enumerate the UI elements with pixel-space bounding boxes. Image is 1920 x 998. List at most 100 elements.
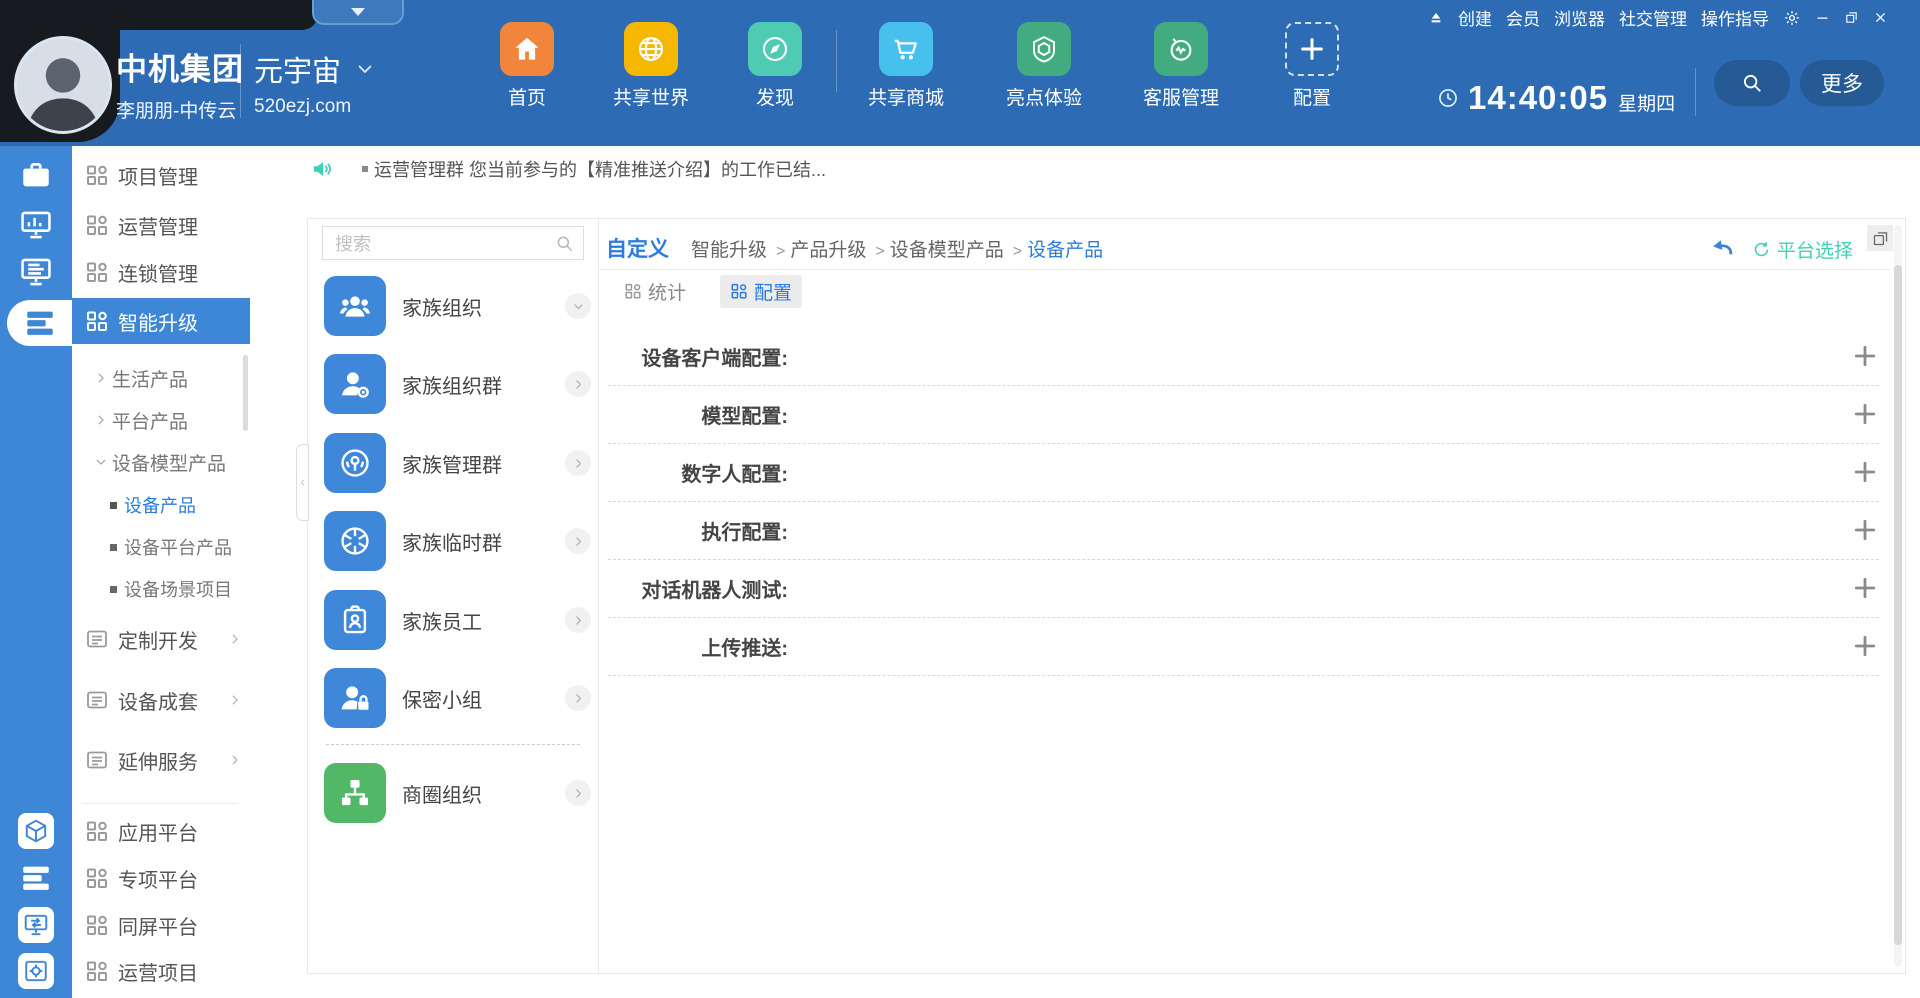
popout-button[interactable]	[1867, 225, 1893, 251]
sidebar-item-extended-services[interactable]: 延伸服务	[72, 745, 250, 775]
list-item-business-circle-org[interactable]: 商圈组织	[308, 763, 598, 823]
nav-item-shared-mall[interactable]: 共享商城	[851, 22, 961, 110]
nav-item-customer-service[interactable]: 客服管理	[1126, 22, 1236, 110]
sidebar-item-operation-projects[interactable]: 运营项目	[72, 956, 250, 986]
sidebar-item-chain-management[interactable]: 连锁管理	[72, 257, 250, 287]
add-model-config-button[interactable]	[1851, 400, 1879, 428]
list-item-family-org[interactable]: 家族组织	[308, 276, 598, 336]
chevron-right-icon	[94, 413, 108, 427]
bullet-marker	[362, 166, 368, 172]
stack-bars-icon[interactable]	[19, 861, 53, 895]
grid-icon	[730, 282, 748, 300]
custom-label[interactable]: 自定义	[606, 233, 669, 263]
list-item-family-org-group[interactable]: 家族组织群	[308, 354, 598, 414]
more-button[interactable]: 更多	[1800, 60, 1884, 106]
expand-button[interactable]	[565, 528, 591, 554]
breadcrumb-item[interactable]: 智能升级	[691, 235, 767, 262]
list-item-family-staff[interactable]: 家族员工	[308, 590, 598, 650]
menu-item-operation-guide[interactable]: 操作指导	[1701, 5, 1769, 30]
rail-active-indicator[interactable]	[7, 300, 72, 346]
list-item-family-temp-group[interactable]: 家族临时群	[308, 511, 598, 571]
monitor-list-icon[interactable]	[19, 255, 53, 289]
list-item-family-admin-group[interactable]: 家族管理群	[308, 433, 598, 493]
tab-configuration[interactable]: 配置	[720, 275, 802, 308]
nav-item-discover[interactable]: 发现	[720, 22, 830, 110]
sidebar-item-device-scene-projects[interactable]: 设备场景项目	[72, 574, 250, 604]
system-strip: 创建 会员 浏览器 社交管理 操作指导	[1428, 5, 1888, 30]
undo-icon[interactable]	[1708, 235, 1736, 263]
sidebar-item-app-platform[interactable]: 应用平台	[72, 816, 250, 846]
restore-window-button[interactable]	[1844, 10, 1859, 25]
cube-icon[interactable]	[18, 813, 54, 849]
nav-item-shared-world[interactable]: 共享世界	[596, 22, 706, 110]
speaker-icon	[310, 157, 334, 181]
sidebar-item-device-sets[interactable]: 设备成套	[72, 685, 250, 715]
eject-icon[interactable]	[1428, 10, 1444, 26]
sidebar-item-custom-development[interactable]: 定制开发	[72, 624, 250, 654]
content-scrollbar[interactable]	[1894, 225, 1902, 967]
add-chatbot-test-button[interactable]	[1851, 574, 1879, 602]
expand-button[interactable]	[565, 293, 591, 319]
menu-item-member[interactable]: 会员	[1506, 5, 1540, 30]
breadcrumb-item[interactable]: 设备模型产品	[866, 235, 1003, 262]
aperture-icon	[324, 511, 386, 571]
search-button[interactable]	[1714, 60, 1790, 106]
header-collapse-tab[interactable]	[312, 0, 404, 25]
tab-statistics[interactable]: 统计	[616, 275, 694, 308]
expand-button[interactable]	[565, 780, 591, 806]
notification-bar[interactable]: 运营管理群 您当前参与的【精准推送介绍】的工作已结...	[250, 146, 1920, 192]
nav-label: 配置	[1257, 83, 1367, 110]
add-upload-push-button[interactable]	[1851, 632, 1879, 660]
breadcrumb-item-current[interactable]: 设备产品	[1004, 235, 1103, 262]
search-icon[interactable]	[555, 234, 574, 253]
expand-button[interactable]	[565, 450, 591, 476]
screen-sync-icon[interactable]	[18, 907, 54, 943]
menu-item-browser[interactable]: 浏览器	[1554, 5, 1605, 30]
server-stack-icon	[23, 306, 57, 340]
panel-collapse-handle[interactable]	[296, 444, 309, 521]
config-row-chatbot-test: 对话机器人测试:	[608, 559, 1879, 618]
nav-item-highlight-experience[interactable]: 亮点体验	[989, 22, 1099, 110]
search-input[interactable]	[333, 230, 547, 258]
expand-button[interactable]	[565, 371, 591, 397]
sidebar-item-label: 运营项目	[118, 957, 198, 986]
person-silhouette-icon	[17, 39, 109, 131]
list-item-confidential-team[interactable]: 保密小组	[308, 668, 598, 728]
platform-select-button[interactable]: 平台选择	[1752, 236, 1853, 263]
minimize-button[interactable]	[1815, 10, 1830, 25]
monitor-chart-icon[interactable]	[19, 208, 53, 242]
breadcrumb-item[interactable]: 产品升级	[767, 235, 866, 262]
expand-button[interactable]	[565, 607, 591, 633]
add-device-client-config-button[interactable]	[1851, 342, 1879, 370]
gear-box-icon[interactable]	[18, 953, 54, 989]
toolbox-icon[interactable]	[19, 158, 53, 192]
plus-icon	[1851, 342, 1879, 370]
user-avatar[interactable]	[14, 36, 112, 134]
content-scrollbar-thumb[interactable]	[1894, 265, 1902, 945]
sidebar-item-label: 定制开发	[118, 625, 198, 654]
sidebar-item-device-model-products[interactable]: 设备模型产品	[72, 447, 250, 477]
sidebar-item-platform-products[interactable]: 平台产品	[72, 405, 250, 435]
sidebar-item-operation-management[interactable]: 运营管理	[72, 210, 250, 240]
expand-button[interactable]	[565, 685, 591, 711]
sidebar-item-device-products[interactable]: 设备产品	[72, 490, 250, 520]
menu-scrollbar-thumb[interactable]	[243, 355, 248, 431]
nav-item-configure[interactable]: 配置	[1257, 22, 1367, 110]
sidebar-item-same-screen-platform[interactable]: 同屏平台	[72, 910, 250, 940]
workspace-switcher[interactable]: 元宇宙	[254, 48, 375, 90]
add-execution-config-button[interactable]	[1851, 516, 1879, 544]
settings-gear-icon[interactable]	[1783, 9, 1801, 27]
nav-item-home[interactable]: 首页	[472, 22, 582, 110]
chevron-right-icon	[572, 692, 585, 705]
sidebar-item-life-products[interactable]: 生活产品	[72, 363, 250, 393]
sidebar-item-device-platform-products[interactable]: 设备平台产品	[72, 532, 250, 562]
menu-item-create[interactable]: 创建	[1458, 5, 1492, 30]
close-button[interactable]	[1873, 10, 1888, 25]
sidebar-item-special-platform[interactable]: 专项平台	[72, 863, 250, 893]
add-digital-human-config-button[interactable]	[1851, 458, 1879, 486]
sidebar-item-project-management[interactable]: 项目管理	[72, 160, 250, 190]
sidebar-item-smart-upgrade[interactable]: 智能升级	[72, 298, 250, 344]
list-item-label: 家族员工	[402, 590, 482, 650]
clock-weekday: 星期四	[1618, 89, 1675, 116]
menu-item-social-management[interactable]: 社交管理	[1619, 5, 1687, 30]
